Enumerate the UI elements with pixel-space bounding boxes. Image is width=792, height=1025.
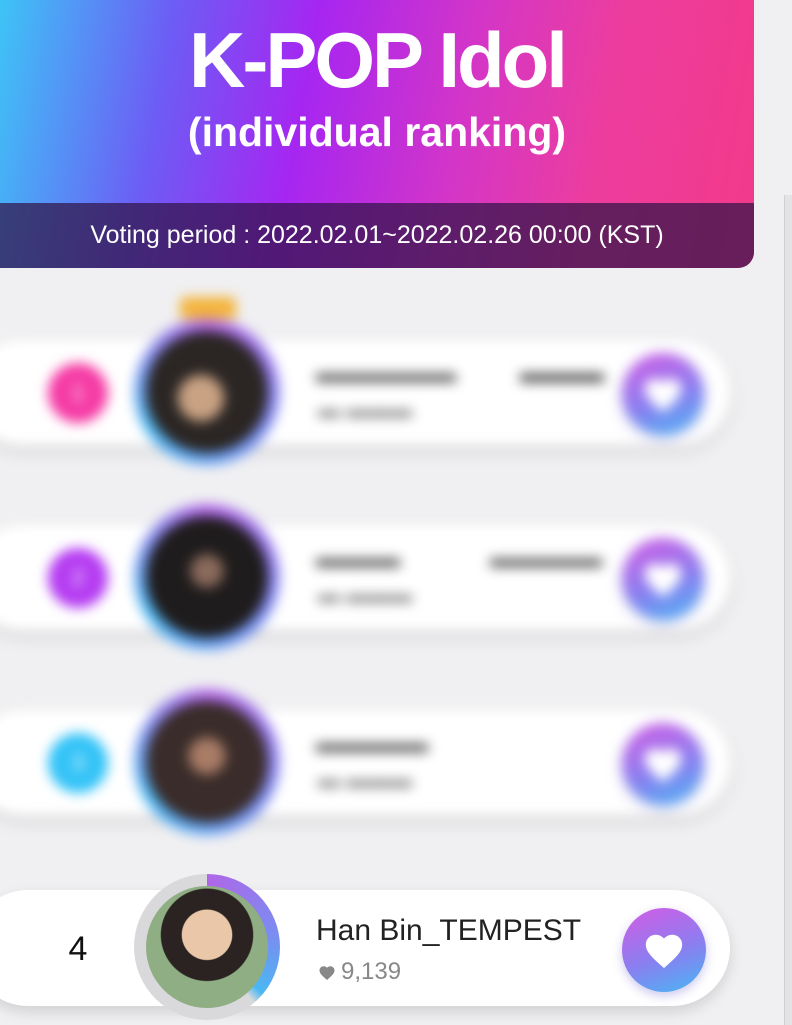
ranking-row-2[interactable]: 2 ▬▬▬ ▬▬▬▬ ▬ ▬▬▬ — [0, 490, 792, 650]
idol-name: ▬▬▬ — [316, 542, 400, 573]
idol-name: Han Bin_TEMPEST — [316, 914, 582, 947]
avatar — [146, 701, 268, 823]
page-subtitle: (individual ranking) — [187, 109, 567, 155]
vote-count: 9,139 — [341, 958, 402, 985]
heart-icon — [644, 563, 682, 598]
vote-button[interactable] — [622, 353, 704, 435]
crown-icon — [180, 297, 236, 319]
avatar — [146, 516, 268, 638]
idol-name: ▬▬▬▬ — [316, 727, 428, 758]
rank-badge: 2 — [48, 548, 108, 608]
vote-count: ▬ ▬▬▬ — [318, 397, 413, 422]
vote-count: ▬ ▬▬▬ — [318, 767, 413, 792]
page-title: K-POP Idol — [189, 16, 568, 104]
rank-badge: 3 — [48, 733, 108, 793]
avatar-ring — [134, 319, 280, 465]
avatar — [146, 331, 268, 453]
vote-button[interactable] — [622, 723, 704, 805]
heart-icon — [644, 748, 682, 783]
idol-name: ▬▬▬▬▬ — [316, 357, 456, 388]
vote-button[interactable] — [622, 908, 706, 992]
ranking-row-3[interactable]: 3 ▬▬▬▬ ▬ ▬▬▬ — [0, 675, 792, 835]
vote-count: ▬ ▬▬▬ — [318, 582, 413, 607]
vote-count-group: 9,139 — [318, 958, 401, 986]
row-card — [0, 890, 730, 1006]
idol-name-extra: ▬▬▬ — [520, 357, 604, 388]
ranking-banner: K-POP Idol (individual ranking) Voting p… — [0, 0, 754, 268]
ranking-row-4[interactable]: 4 Han Bin_TEMPEST 9,139 — [0, 860, 792, 1024]
heart-icon — [644, 378, 682, 413]
rank-number: 4 — [68, 930, 88, 968]
heart-icon — [645, 934, 683, 969]
voting-period-text: Voting period : 2022.02.01~2022.02.26 00… — [90, 221, 664, 249]
idol-name-extra: ▬▬▬▬ — [490, 542, 602, 573]
voting-period-bar: Voting period : 2022.02.01~2022.02.26 00… — [0, 203, 754, 268]
row-card — [0, 710, 730, 815]
ranking-row-1[interactable]: 1 ▬▬▬▬▬ ▬▬▬ ▬ ▬▬▬ — [0, 297, 792, 465]
avatar-ring — [134, 504, 280, 650]
row-card — [0, 525, 730, 630]
avatar — [146, 886, 268, 1008]
heart-small-icon — [319, 965, 335, 980]
avatar-ring — [134, 689, 280, 835]
avatar-ring — [134, 874, 280, 1020]
row-card — [0, 340, 730, 445]
rank-badge: 1 — [48, 363, 108, 423]
vote-button[interactable] — [622, 538, 704, 620]
